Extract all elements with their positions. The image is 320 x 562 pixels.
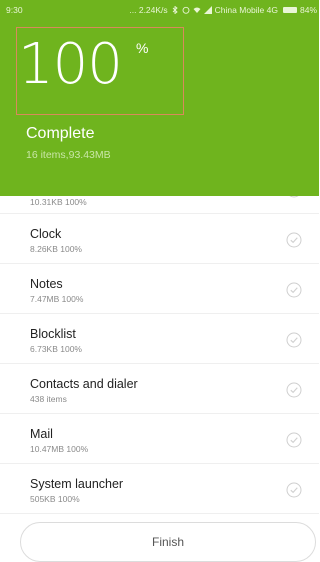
item-name: Notes — [30, 277, 63, 291]
item-detail: 8.26KB 100% — [30, 244, 82, 254]
list-item: Clock 8.26KB 100% — [0, 214, 319, 264]
check-circle-icon — [286, 232, 302, 248]
progress-header: 9:30 ... 2.24K/s China Mobile 4G 84% 100… — [0, 0, 319, 196]
check-circle-icon — [286, 282, 302, 298]
item-detail: 7.47MB 100% — [30, 294, 84, 304]
item-detail: 6.73KB 100% — [30, 344, 82, 354]
finish-button[interactable]: Finish — [20, 522, 316, 562]
status-time: 9:30 — [6, 5, 23, 15]
list-item: System launcher 505KB 100% — [0, 464, 319, 514]
progress-percent-value: 100 — [18, 32, 123, 97]
item-name: Blocklist — [30, 327, 76, 341]
item-detail: 438 items — [30, 394, 67, 404]
check-circle-icon — [286, 432, 302, 448]
signal-icon — [203, 6, 212, 14]
progress-status-title: Complete — [26, 125, 95, 142]
item-detail: 10.31KB 100% — [30, 197, 87, 207]
check-circle-icon — [286, 482, 302, 498]
transfer-list[interactable]: 10.31KB 100% Clock 8.26KB 100% Notes 7.4… — [0, 176, 319, 514]
list-item: Notes 7.47MB 100% — [0, 264, 319, 314]
list-item: Mail 10.47MB 100% — [0, 414, 319, 464]
item-name: Mail — [30, 427, 53, 441]
battery-level: 84% — [299, 5, 317, 15]
item-detail: 505KB 100% — [30, 494, 80, 504]
item-name: Contacts and dialer — [30, 377, 138, 391]
item-detail: 10.47MB 100% — [30, 444, 89, 454]
check-circle-icon — [286, 332, 302, 348]
wifi-icon — [193, 7, 201, 13]
item-name: Clock — [30, 227, 62, 241]
check-circle-icon — [286, 382, 302, 398]
list-item: Contacts and dialer 438 items — [0, 364, 319, 414]
progress-summary: 16 items,93.43MB — [26, 149, 111, 161]
battery-icon — [282, 7, 297, 13]
status-bar: 9:30 ... 2.24K/s China Mobile 4G 84% — [0, 0, 319, 20]
bluetooth-icon — [172, 6, 178, 14]
item-name: System launcher — [30, 477, 124, 491]
status-indicators: ... 2.24K/s China Mobile 4G 84% — [129, 5, 317, 15]
network-speed: ... 2.24K/s — [129, 5, 168, 15]
list-item: Blocklist 6.73KB 100% — [0, 314, 319, 364]
progress-percent-sign: % — [136, 40, 149, 56]
alarm-icon — [182, 6, 190, 14]
carrier-name: China Mobile 4G — [214, 5, 278, 15]
